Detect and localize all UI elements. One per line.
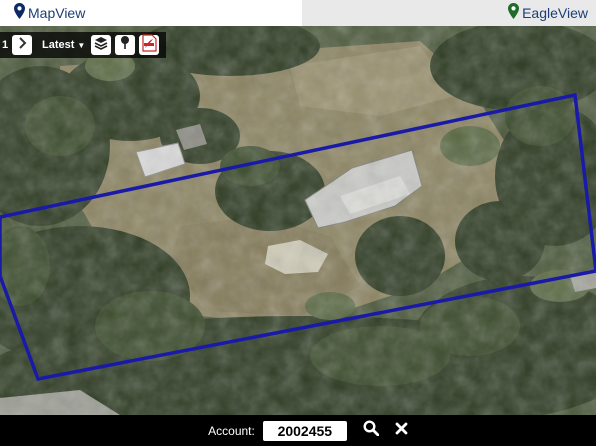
aerial-map[interactable]: [0, 26, 596, 415]
search-button[interactable]: [363, 420, 380, 441]
account-bar: Account:: [0, 415, 596, 446]
layers-icon: [94, 36, 108, 55]
map-marker-icon: [14, 2, 25, 24]
close-icon: [395, 422, 408, 440]
next-button[interactable]: [12, 35, 32, 55]
latest-label: Latest: [42, 39, 75, 51]
account-label: Account:: [208, 423, 255, 438]
pdf-button[interactable]: [139, 33, 160, 57]
search-icon: [363, 420, 380, 441]
map-marker-icon: [508, 2, 520, 24]
clear-button[interactable]: [395, 422, 408, 440]
map-toolbar: 1 Latest ▼: [0, 32, 166, 58]
aerial-imagery: [0, 26, 596, 415]
tab-mapview[interactable]: MapView: [0, 0, 302, 26]
caret-down-icon: ▼: [77, 40, 86, 50]
account-input[interactable]: [262, 420, 347, 441]
latest-dropdown[interactable]: Latest ▼: [42, 39, 85, 51]
pin-button[interactable]: [115, 35, 136, 55]
tab-eagleview[interactable]: EagleView: [302, 0, 596, 26]
pdf-icon: [141, 33, 157, 57]
tab-mapview-label: MapView: [28, 5, 86, 21]
chevron-right-icon: [17, 36, 27, 54]
view-tabs: MapView EagleView: [0, 0, 596, 26]
tab-eagleview-label: EagleView: [522, 5, 588, 21]
toolbar-prefix: 1: [2, 39, 8, 51]
layers-button[interactable]: [91, 35, 112, 55]
map-pin-icon: [119, 35, 131, 55]
